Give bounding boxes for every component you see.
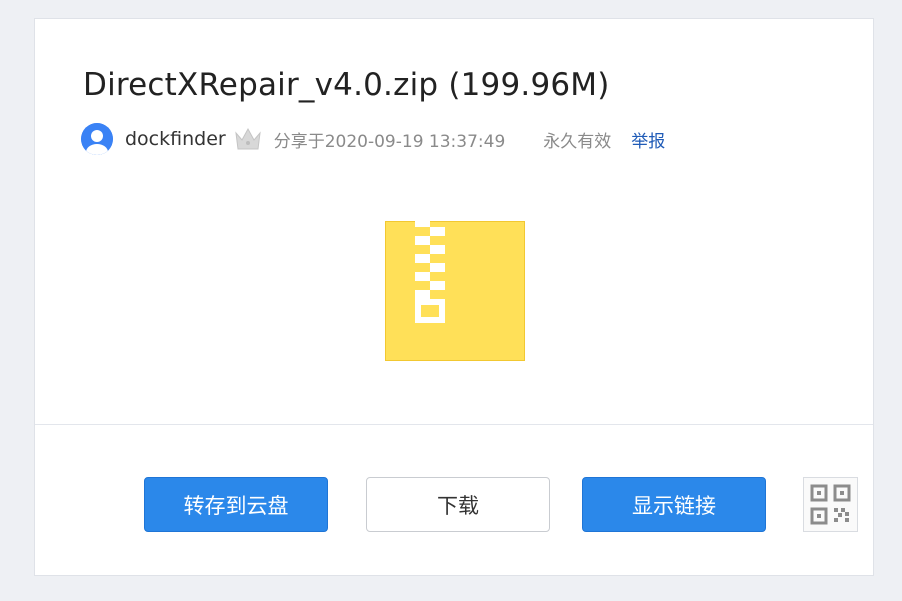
download-button[interactable]: 下载 <box>366 477 550 532</box>
username[interactable]: dockfinder <box>125 128 226 150</box>
file-title: DirectXRepair_v4.0.zip (199.96M) <box>83 67 610 103</box>
save-to-cloud-button[interactable]: 转存到云盘 <box>144 477 328 532</box>
report-link[interactable]: 举报 <box>631 127 665 152</box>
share-meta: dockfinder 分享于2020-09-19 13:37:49 永久有效 举… <box>81 122 665 156</box>
show-link-button[interactable]: 显示链接 <box>582 477 766 532</box>
crown-icon <box>234 127 262 151</box>
user-avatar-icon[interactable] <box>81 123 113 155</box>
share-card: DirectXRepair_v4.0.zip (199.96M) dockfin… <box>34 18 874 576</box>
zip-file-icon <box>385 221 525 361</box>
share-time: 分享于2020-09-19 13:37:49 <box>273 131 506 152</box>
divider <box>35 424 873 425</box>
qr-code-icon[interactable] <box>803 477 858 532</box>
validity-status: 永久有效 <box>543 131 612 152</box>
